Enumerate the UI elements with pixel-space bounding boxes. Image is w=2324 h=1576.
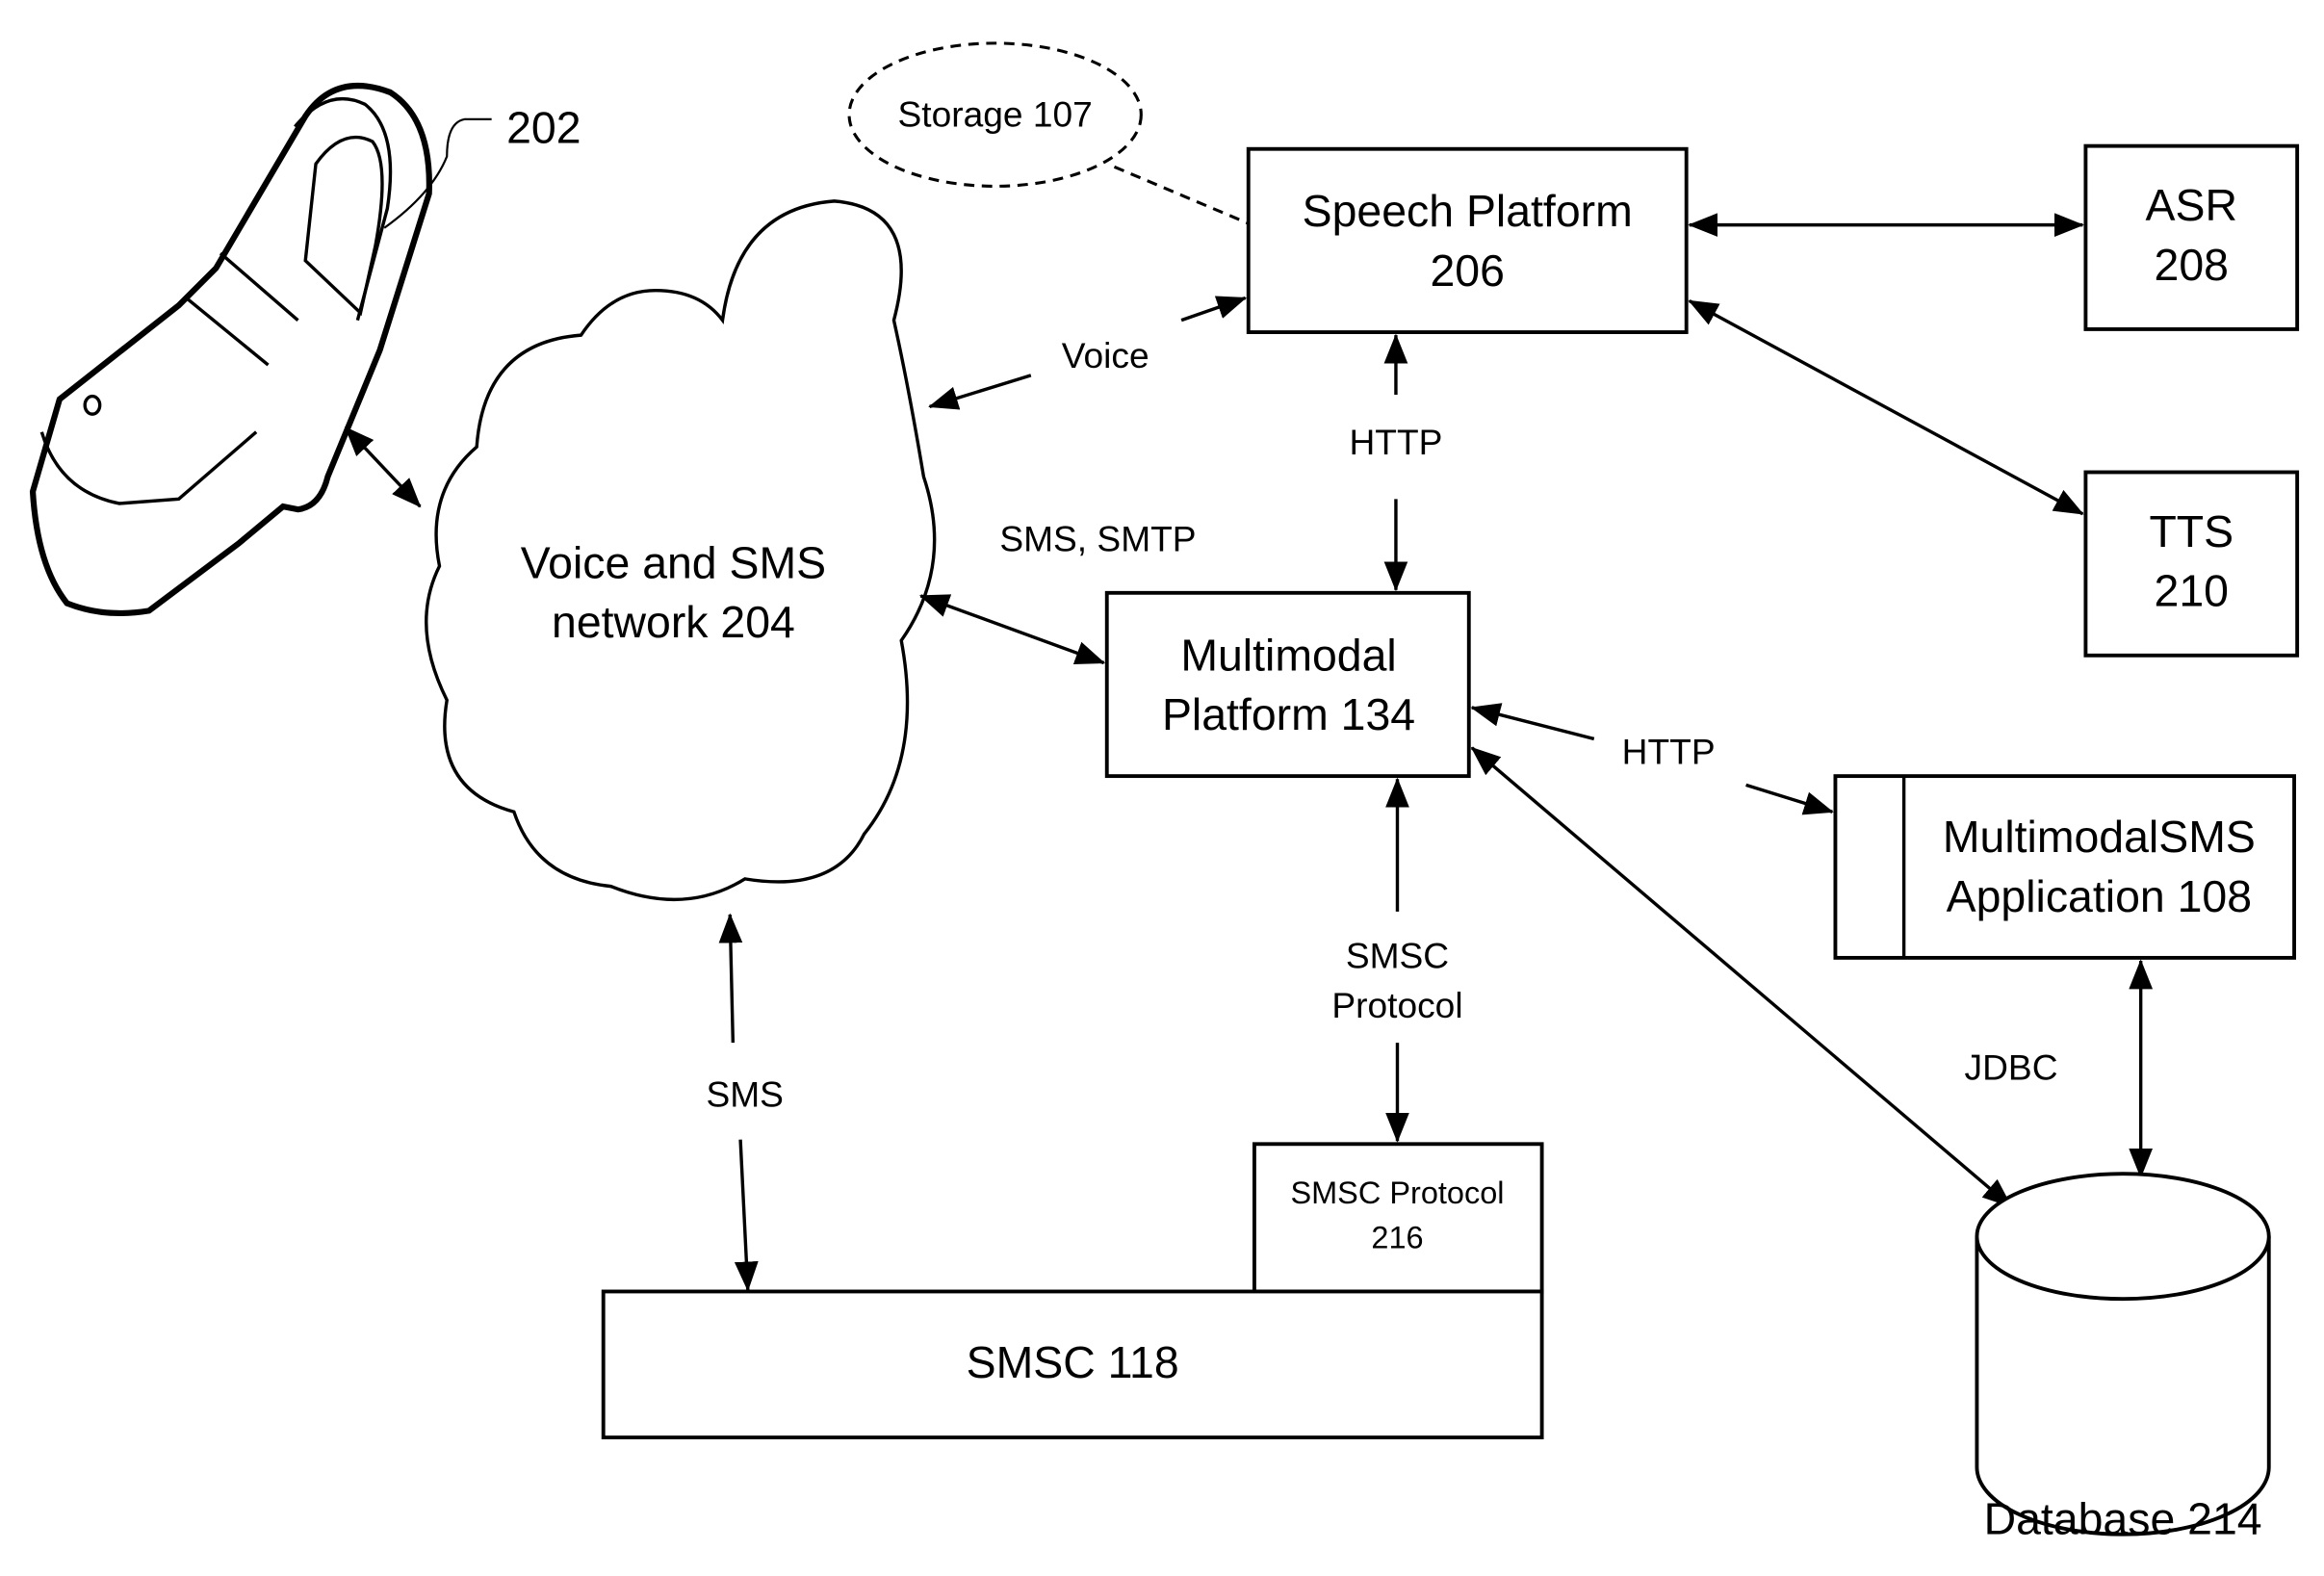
- sms-arrow-down: [734, 1139, 759, 1292]
- smsc-protocol-edge-label-1: SMSC: [1346, 936, 1449, 976]
- diagram-canvas: 202 Voice and SMS network 204 Storage 10…: [29, 41, 2300, 1544]
- jdbc-edge-label: JDBC: [1965, 1047, 2058, 1088]
- voice-arrow-out: [928, 374, 1032, 410]
- speech-platform-box[interactable]: [1246, 146, 1689, 334]
- multimodal-app-label-1: MultimodalSMS: [1943, 812, 2256, 862]
- speech-platform-label-1: Speech Platform: [1303, 186, 1633, 236]
- asr-label-1: ASR: [2146, 180, 2237, 230]
- speech-platform-label-2: 206: [1431, 245, 1505, 296]
- asr-box[interactable]: [2083, 143, 2300, 331]
- sms-smtp-edge-label: SMS, SMTP: [999, 518, 1196, 558]
- smsc-protocol-box[interactable]: [1252, 1142, 1544, 1294]
- storage-speech-link: [1113, 165, 1250, 225]
- http-speech-label: HTTP: [1349, 422, 1442, 462]
- sms-arrow-up: [718, 913, 743, 1044]
- speech-tts-arrow: [1688, 299, 2084, 516]
- smsc-protocol-box-label-1: SMSC Protocol: [1290, 1176, 1504, 1210]
- multimodal-platform-label-2: Platform 134: [1162, 689, 1415, 739]
- multimodal-platform-box[interactable]: [1104, 590, 1471, 779]
- http-app-arrow-left: [1470, 703, 1595, 741]
- network-multimodal-arrow: [918, 594, 1106, 665]
- voice-arrow-in: [1180, 296, 1248, 323]
- phone-label: 202: [506, 103, 581, 153]
- network-label-2: network 204: [552, 597, 795, 647]
- database-label: Database 214: [1984, 1494, 2262, 1544]
- smsc-protocol-box-label-2: 216: [1371, 1221, 1423, 1255]
- database-cylinder[interactable]: [1975, 1172, 2271, 1537]
- phone-network-arrow: [344, 426, 422, 508]
- smsc-protocol-edge-label-2: Protocol: [1331, 985, 1462, 1025]
- multimodal-platform-label-1: Multimodal: [1180, 630, 1396, 680]
- smsc-label: SMSC 118: [967, 1337, 1179, 1387]
- voice-edge-label: Voice: [1062, 335, 1149, 375]
- http-app-label: HTTP: [1622, 732, 1716, 772]
- tts-box[interactable]: [2083, 470, 2300, 658]
- asr-label-2: 208: [2155, 240, 2229, 290]
- multimodal-app-label-2: Application 108: [1947, 871, 2252, 921]
- network-label-1: Voice and SMS: [521, 537, 826, 587]
- mobile-phone-icon: [29, 83, 432, 617]
- tts-label-2: 210: [2155, 566, 2229, 616]
- sms-edge-label: SMS: [706, 1074, 783, 1115]
- storage-label: Storage 107: [898, 94, 1093, 135]
- http-app-arrow-right: [1745, 783, 1834, 815]
- tts-label-1: TTS: [2149, 506, 2234, 556]
